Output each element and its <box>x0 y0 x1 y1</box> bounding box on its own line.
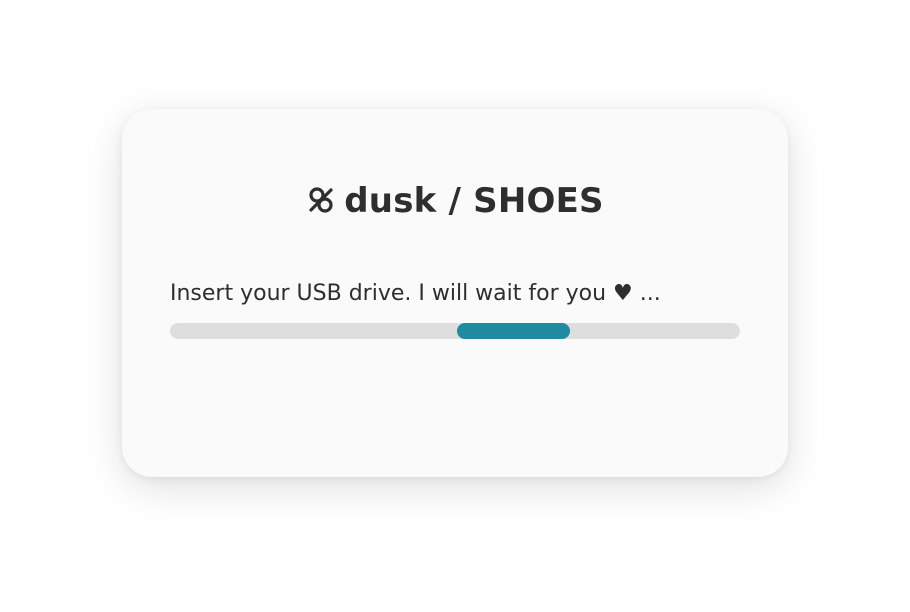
usb-wait-dialog: dusk / SHOES Insert your USB drive. I wi… <box>122 109 788 477</box>
progress-pulse <box>456 323 571 339</box>
dialog-title: dusk / SHOES <box>122 181 788 221</box>
status-message: Insert your USB drive. I will wait for y… <box>170 281 661 306</box>
progress-bar <box>170 323 740 339</box>
app-name: dusk / SHOES <box>344 181 604 221</box>
dusk-logo-icon <box>309 187 333 213</box>
